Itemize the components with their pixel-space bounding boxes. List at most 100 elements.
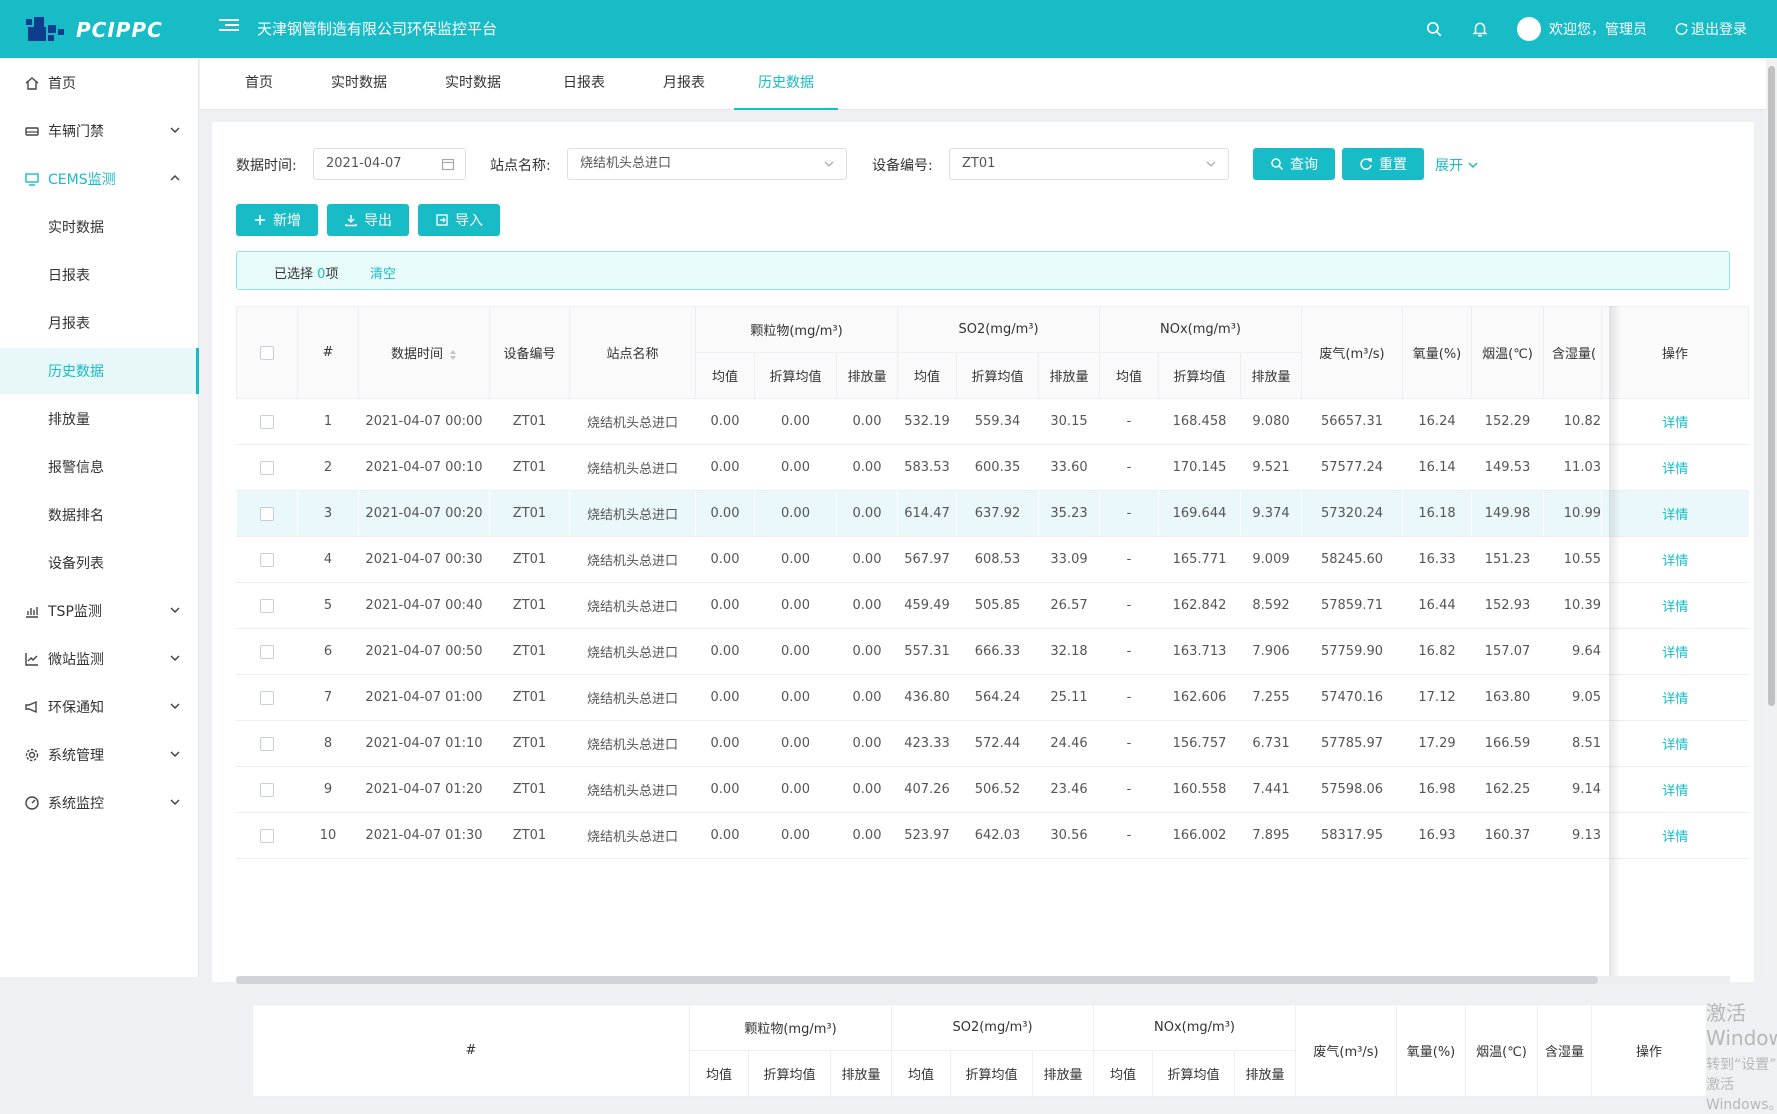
table-row[interactable]: 6 2021-04-07 00:50 ZT01 烧结机头总进口 0.00 0.00 0.00… (236, 628, 1749, 675)
row-checkbox[interactable] (260, 736, 274, 751)
select-all-header[interactable] (236, 306, 298, 399)
detail-link[interactable]: 详情 (1601, 766, 1749, 813)
nox-conv-header: 折算均值 (1158, 352, 1241, 399)
table-row[interactable]: 4 2021-04-07 00:30 ZT01 烧结机头总进口 0.00 0.00 0.00… (236, 536, 1749, 583)
sidebar-item-system[interactable]: 系统管理 (0, 732, 199, 778)
reset-button[interactable]: 重置 (1342, 148, 1424, 180)
time-header[interactable]: 数据时间 (358, 306, 490, 399)
sidebar-item-home[interactable]: 首页 (0, 60, 199, 106)
logout-link[interactable]: 退出登录 (1691, 19, 1747, 39)
sidebar-item-history[interactable]: 历史数据 (0, 348, 199, 394)
sidebar-item-daily[interactable]: 日报表 (0, 252, 199, 298)
tab-monthly[interactable]: 月报表 (644, 58, 724, 110)
sidebar-item-alarm[interactable]: 报警信息 (0, 444, 199, 490)
device-select[interactable]: ZT01 (949, 148, 1229, 180)
tab-bar: 首页 实时数据 实时数据 日报表 月报表 历史数据 (200, 58, 1766, 110)
detail-link[interactable]: 详情 (1601, 812, 1749, 859)
sidebar-item-emission[interactable]: 排放量 (0, 396, 199, 442)
summary-nox-conv: 折算均值 (1152, 1050, 1235, 1097)
row-checkbox-cell[interactable] (236, 490, 298, 537)
row-checkbox-cell[interactable] (236, 582, 298, 629)
summary-pm-avg: 均值 (689, 1050, 749, 1097)
export-button[interactable]: 导出 (327, 204, 409, 236)
tab-realtime-1[interactable]: 实时数据 (314, 58, 404, 110)
calendar-icon (441, 158, 455, 171)
row-checkbox[interactable] (260, 552, 274, 567)
row-checkbox-cell[interactable] (236, 398, 298, 445)
detail-link[interactable]: 详情 (1601, 444, 1749, 491)
bell-icon[interactable] (1471, 20, 1489, 38)
detail-link[interactable]: 详情 (1601, 490, 1749, 537)
row-checkbox[interactable] (260, 460, 274, 475)
query-button[interactable]: 查询 (1253, 148, 1335, 180)
row-checkbox-cell[interactable] (236, 536, 298, 583)
table-cell: 0.00 (695, 720, 755, 767)
tab-realtime-2[interactable]: 实时数据 (428, 58, 518, 110)
table-row[interactable]: 3 2021-04-07 00:20 ZT01 烧结机头总进口 0.00 0.00 0.00… (236, 490, 1749, 537)
sidebar-item-microstation[interactable]: 微站监测 (0, 636, 199, 682)
row-checkbox-cell[interactable] (236, 720, 298, 767)
sidebar-item-realtime[interactable]: 实时数据 (0, 204, 199, 250)
detail-link[interactable]: 详情 (1601, 628, 1749, 675)
sidebar-item-label: CEMS监测 (48, 172, 116, 188)
chevron-down-icon (170, 799, 180, 806)
tab-home[interactable]: 首页 (224, 58, 294, 110)
tab-history[interactable]: 历史数据 (734, 58, 838, 110)
table-row[interactable]: 5 2021-04-07 00:40 ZT01 烧结机头总进口 0.00 0.00 0.00… (236, 582, 1749, 629)
row-checkbox[interactable] (260, 506, 274, 521)
detail-link[interactable]: 详情 (1601, 582, 1749, 629)
search-icon[interactable] (1425, 20, 1443, 38)
tab-daily[interactable]: 日报表 (544, 58, 624, 110)
welcome-text[interactable]: 欢迎您，管理员 (1549, 19, 1647, 39)
site-select[interactable]: 烧结机头总进口 (567, 148, 847, 180)
row-checkbox-cell[interactable] (236, 628, 298, 675)
logout-icon[interactable] (1675, 22, 1689, 36)
row-checkbox[interactable] (260, 414, 274, 429)
sort-icon[interactable] (449, 349, 457, 361)
select-all-checkbox[interactable] (260, 345, 274, 360)
import-button[interactable]: 导入 (418, 204, 500, 236)
table-row[interactable]: 1 2021-04-07 00:00 ZT01 烧结机头总进口 0.00 0.00 0.00… (236, 398, 1749, 445)
row-checkbox[interactable] (260, 782, 274, 797)
table-cell: - (1099, 536, 1159, 583)
sidebar-item-sysmonitor[interactable]: 系统监控 (0, 780, 199, 826)
sidebar-item-vehicle[interactable]: 车辆门禁 (0, 108, 199, 154)
table-cell: 2021-04-07 00:30 (358, 536, 490, 583)
sidebar-item-notice[interactable]: 环保通知 (0, 684, 199, 730)
sidebar-item-ranking[interactable]: 数据排名 (0, 492, 199, 538)
row-checkbox-cell[interactable] (236, 674, 298, 721)
row-checkbox[interactable] (260, 598, 274, 613)
row-checkbox[interactable] (260, 644, 274, 659)
table-cell: 407.26 (897, 766, 957, 813)
table-row[interactable]: 8 2021-04-07 01:10 ZT01 烧结机头总进口 0.00 0.00 0.00… (236, 720, 1749, 767)
avatar[interactable] (1517, 17, 1541, 41)
table-row[interactable]: 9 2021-04-07 01:20 ZT01 烧结机头总进口 0.00 0.00 0.00… (236, 766, 1749, 813)
detail-link[interactable]: 详情 (1601, 674, 1749, 721)
table-cell: 16.44 (1402, 582, 1472, 629)
table-row[interactable]: 10 2021-04-07 01:30 ZT01 烧结机头总进口 0.00 0.00 0.0… (236, 812, 1749, 859)
table-cell: 烧结机头总进口 (569, 444, 696, 491)
detail-link[interactable]: 详情 (1601, 398, 1749, 445)
reset-label: 重置 (1379, 157, 1407, 173)
detail-link[interactable]: 详情 (1601, 536, 1749, 583)
clear-selection-link[interactable]: 清空 (370, 263, 396, 282)
row-checkbox-cell[interactable] (236, 766, 298, 813)
table-cell: 0.00 (695, 628, 755, 675)
table-row[interactable]: 2 2021-04-07 00:10 ZT01 烧结机头总进口 0.00 0.00 0.00… (236, 444, 1749, 491)
sidebar-item-cems[interactable]: CEMS监测 (0, 156, 199, 202)
row-checkbox[interactable] (260, 828, 274, 843)
expand-link[interactable]: 展开 (1435, 155, 1479, 175)
horizontal-scrollbar[interactable] (236, 976, 1598, 984)
detail-link[interactable]: 详情 (1601, 720, 1749, 767)
table-row[interactable]: 7 2021-04-07 01:00 ZT01 烧结机头总进口 0.00 0.00 0.00… (236, 674, 1749, 721)
sidebar-item-monthly[interactable]: 月报表 (0, 300, 199, 346)
sidebar-item-devices[interactable]: 设备列表 (0, 540, 199, 586)
row-checkbox[interactable] (260, 690, 274, 705)
date-picker[interactable]: 2021-04-07 (313, 148, 466, 180)
menu-toggle-icon[interactable] (219, 16, 239, 36)
row-checkbox-cell[interactable] (236, 812, 298, 859)
vertical-scrollbar[interactable] (1766, 58, 1777, 977)
sidebar-item-tsp[interactable]: TSP监测 (0, 588, 199, 634)
add-button[interactable]: 新增 (236, 204, 318, 236)
row-checkbox-cell[interactable] (236, 444, 298, 491)
